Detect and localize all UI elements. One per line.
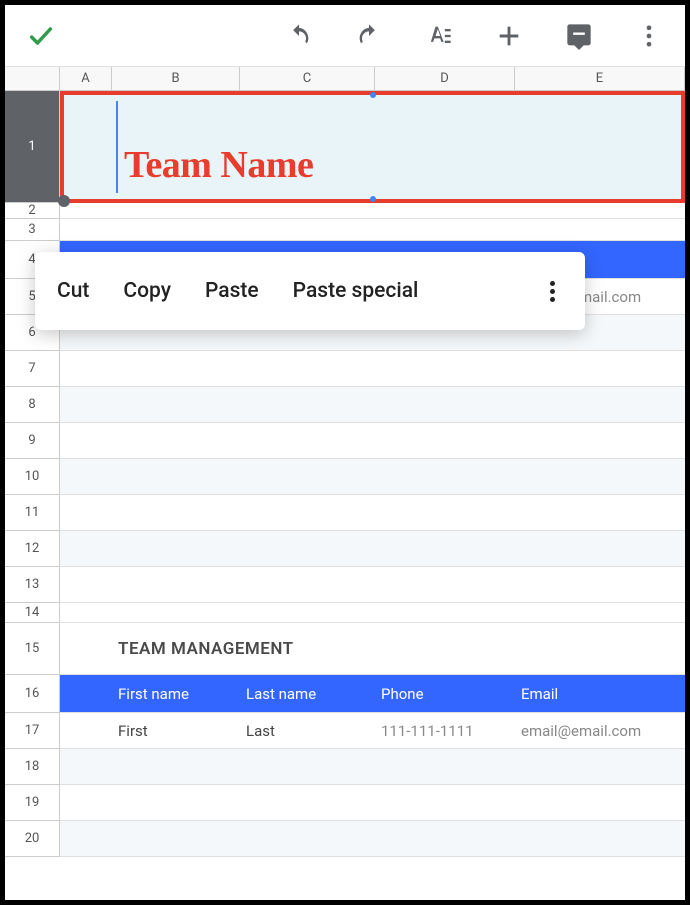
row-header-15[interactable]: 15 bbox=[5, 623, 60, 675]
row-headers: 1 2 3 4 5 6 7 8 9 10 11 12 13 14 15 16 1… bbox=[5, 67, 60, 900]
col-header-c[interactable]: C bbox=[240, 67, 375, 91]
header-email: Email bbox=[515, 675, 685, 712]
row-header-20[interactable]: 20 bbox=[5, 821, 60, 857]
text-format-icon[interactable] bbox=[423, 20, 455, 52]
row-header-16[interactable]: 16 bbox=[5, 675, 60, 713]
plus-icon[interactable] bbox=[493, 20, 525, 52]
table-row[interactable]: First Last 111-111-1111 email@email.com bbox=[60, 713, 685, 749]
table-row[interactable] bbox=[60, 423, 685, 459]
table-header-row[interactable]: First name Last name Phone Email bbox=[60, 675, 685, 713]
cut-button[interactable]: Cut bbox=[57, 279, 89, 303]
toolbar bbox=[5, 5, 685, 67]
cell-phone[interactable]: 111-111-1111 bbox=[375, 713, 515, 748]
section-header-row[interactable]: TEAM MANAGEMENT bbox=[60, 623, 685, 675]
cell-email[interactable]: email@email.com bbox=[515, 713, 685, 748]
row-header-12[interactable]: 12 bbox=[5, 531, 60, 567]
row-header-18[interactable]: 18 bbox=[5, 749, 60, 785]
redo-icon[interactable] bbox=[353, 20, 385, 52]
row-header-7[interactable]: 7 bbox=[5, 351, 60, 387]
header-phone: Phone bbox=[375, 675, 515, 712]
cell-first[interactable]: First bbox=[112, 713, 240, 748]
context-menu-more-icon[interactable] bbox=[542, 273, 563, 310]
table-row[interactable] bbox=[60, 459, 685, 495]
row-header-3[interactable]: 3 bbox=[5, 219, 60, 241]
selected-cell-row-1[interactable]: Team Name bbox=[60, 91, 685, 203]
selection-handle-top[interactable] bbox=[370, 92, 376, 98]
table-row[interactable] bbox=[60, 821, 685, 857]
paste-special-button[interactable]: Paste special bbox=[293, 279, 419, 303]
col-header-a[interactable]: A bbox=[60, 67, 112, 91]
table-row[interactable] bbox=[60, 749, 685, 785]
section-title: TEAM MANAGEMENT bbox=[112, 623, 685, 674]
undo-icon[interactable] bbox=[283, 20, 315, 52]
row-header-10[interactable]: 10 bbox=[5, 459, 60, 495]
check-icon[interactable] bbox=[25, 20, 57, 52]
table-row[interactable] bbox=[60, 785, 685, 821]
row-header-2[interactable]: 2 bbox=[5, 203, 60, 219]
col-header-d[interactable]: D bbox=[375, 67, 515, 91]
row-header-9[interactable]: 9 bbox=[5, 423, 60, 459]
header-first-name: First name bbox=[112, 675, 240, 712]
col-header-e[interactable]: E bbox=[515, 67, 685, 91]
paste-button[interactable]: Paste bbox=[205, 279, 259, 303]
context-menu: Cut Copy Paste Paste special bbox=[35, 252, 585, 330]
spreadsheet-grid: 1 2 3 4 5 6 7 8 9 10 11 12 13 14 15 16 1… bbox=[5, 67, 685, 900]
table-row[interactable] bbox=[60, 603, 685, 623]
row-header-11[interactable]: 11 bbox=[5, 495, 60, 531]
cell-last[interactable]: Last bbox=[240, 713, 375, 748]
cursor-indicator bbox=[116, 101, 118, 193]
title-text: Team Name bbox=[124, 143, 313, 187]
row-header-17[interactable]: 17 bbox=[5, 713, 60, 749]
col-header-b[interactable]: B bbox=[112, 67, 240, 91]
more-vert-icon[interactable] bbox=[633, 20, 665, 52]
table-row[interactable] bbox=[60, 351, 685, 387]
table-row[interactable] bbox=[60, 387, 685, 423]
comment-icon[interactable] bbox=[563, 20, 595, 52]
corner-cell[interactable] bbox=[5, 67, 60, 91]
header-last-name: Last name bbox=[240, 675, 375, 712]
table-row[interactable] bbox=[60, 531, 685, 567]
row-header-19[interactable]: 19 bbox=[5, 785, 60, 821]
column-headers: A B C D E bbox=[60, 67, 685, 91]
row-header-1[interactable]: 1 bbox=[5, 91, 60, 203]
table-row[interactable] bbox=[60, 203, 685, 219]
row-header-8[interactable]: 8 bbox=[5, 387, 60, 423]
selection-handle-corner[interactable] bbox=[58, 195, 70, 207]
copy-button[interactable]: Copy bbox=[123, 279, 171, 303]
table-row[interactable] bbox=[60, 567, 685, 603]
row-header-13[interactable]: 13 bbox=[5, 567, 60, 603]
selection-handle-bottom[interactable] bbox=[370, 196, 376, 202]
table-row[interactable] bbox=[60, 219, 685, 241]
table-row[interactable] bbox=[60, 495, 685, 531]
row-header-14[interactable]: 14 bbox=[5, 603, 60, 623]
